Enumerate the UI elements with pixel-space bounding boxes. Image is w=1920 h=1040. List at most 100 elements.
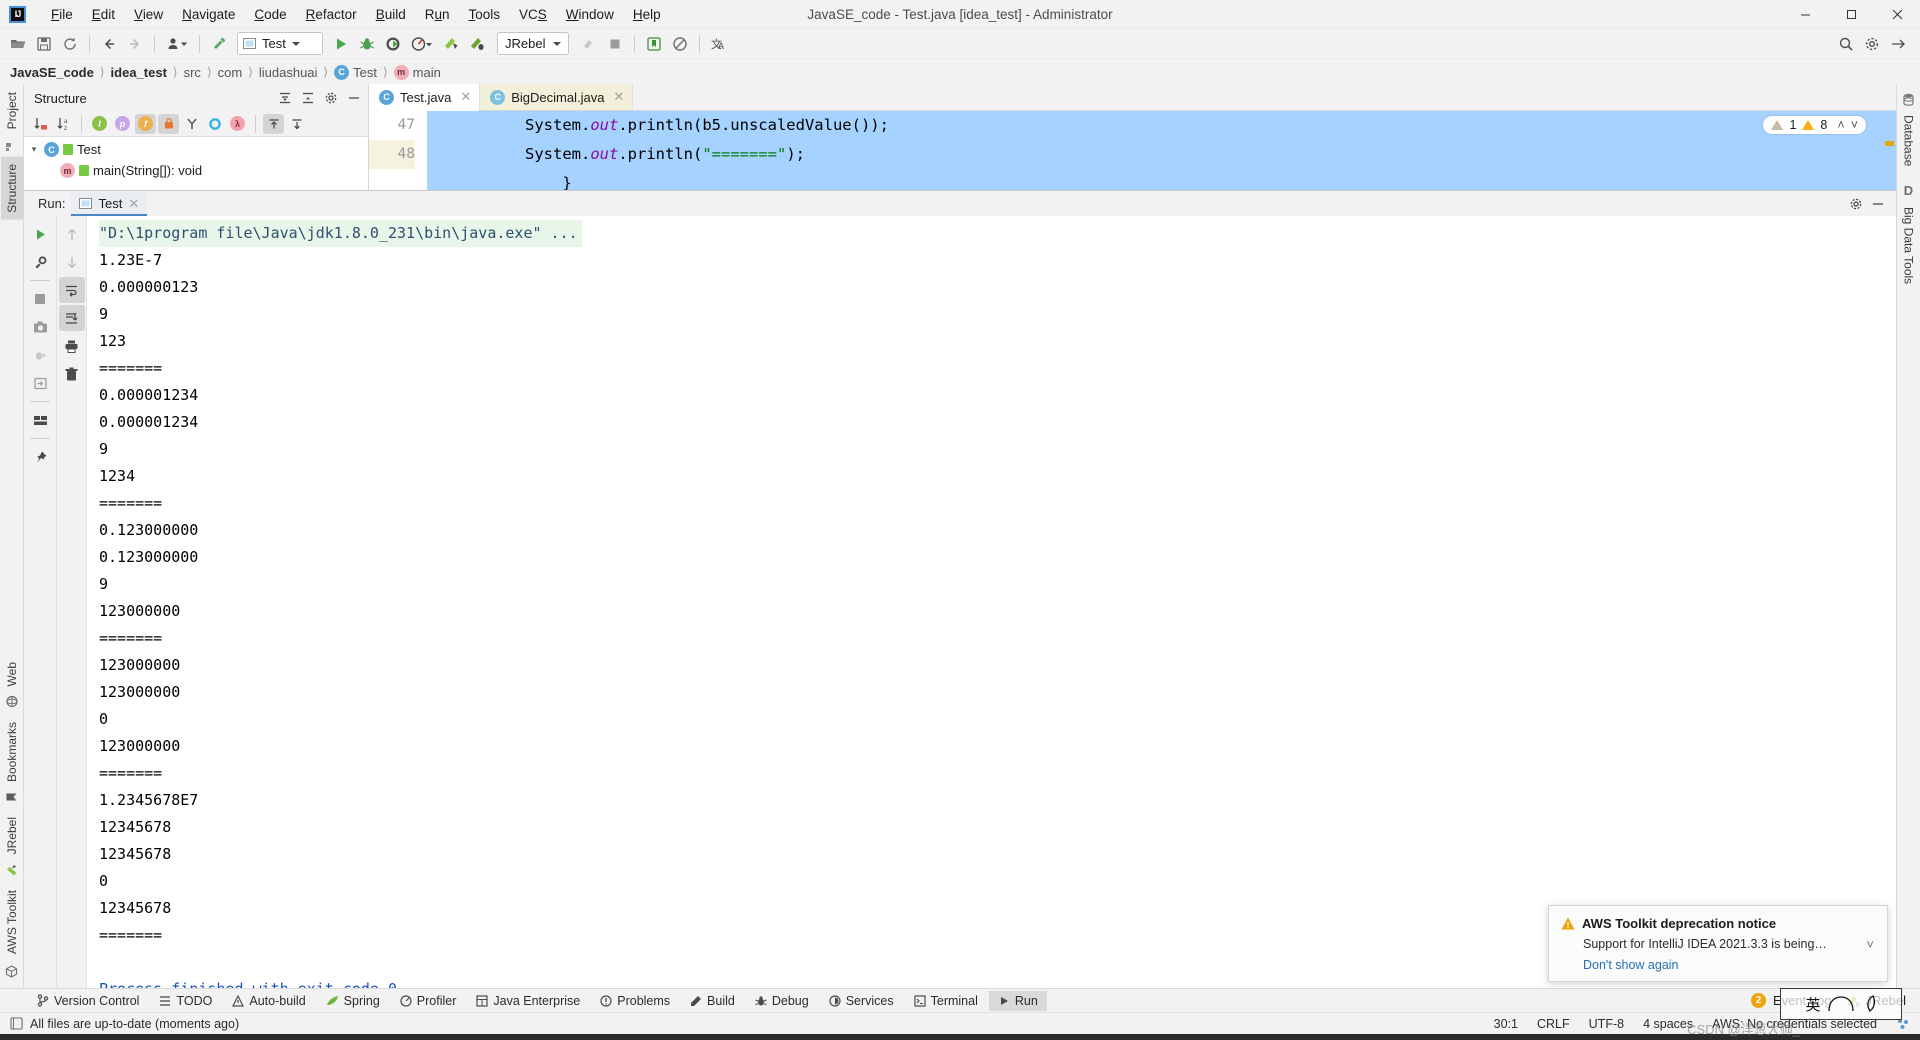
save-icon[interactable] xyxy=(32,32,56,56)
thread-dump-icon[interactable] xyxy=(27,342,53,368)
menu-run[interactable]: Run xyxy=(416,3,459,26)
maximize-button[interactable] xyxy=(1828,0,1874,29)
sort-alphabetically-icon[interactable]: az xyxy=(53,114,74,134)
screenshot-icon[interactable] xyxy=(27,314,53,340)
stop-process-icon[interactable] xyxy=(27,286,53,312)
minimize-button[interactable] xyxy=(1782,0,1828,29)
sidebar-item-bookmarks[interactable]: Bookmarks xyxy=(1,715,23,810)
close-icon-3[interactable]: ✕ xyxy=(128,196,139,212)
breadcrumb-item-3[interactable]: com xyxy=(218,65,243,80)
sidebar-item-aws-toolkit[interactable]: AWS Toolkit xyxy=(1,883,23,961)
breadcrumb-item-0[interactable]: JavaSE_code xyxy=(10,65,94,80)
tree-item-test[interactable]: ▾ C Test xyxy=(24,139,368,160)
tool-window-debug[interactable]: Debug xyxy=(746,991,818,1011)
export-icon[interactable] xyxy=(27,370,53,396)
no-entry-icon[interactable] xyxy=(668,32,692,56)
show-lambdas-icon[interactable]: λ xyxy=(227,114,248,134)
menu-edit[interactable]: Edit xyxy=(83,3,124,26)
bookmark-toolbar-icon[interactable] xyxy=(642,32,666,56)
menu-window[interactable]: Window xyxy=(557,3,623,26)
jrebel-debug-icon[interactable] xyxy=(465,32,489,56)
attach-debugger-icon[interactable] xyxy=(577,32,601,56)
chevron-down-icon-2[interactable] xyxy=(553,41,562,46)
tool-window-java-enterprise[interactable]: Java Enterprise xyxy=(467,991,589,1011)
editor-tab-bigdecimal-java[interactable]: C BigDecimal.java ✕ xyxy=(480,84,634,110)
menu-code[interactable]: Code xyxy=(245,3,295,26)
sidebar-item-jrebel[interactable]: JRebel xyxy=(1,810,23,883)
stretch-icon[interactable] xyxy=(1886,32,1910,56)
menu-view[interactable]: View xyxy=(125,3,172,26)
edit-configuration-icon[interactable] xyxy=(27,249,53,275)
run-settings-gear-icon[interactable] xyxy=(1846,194,1866,214)
expand-all-tree-icon[interactable] xyxy=(263,113,284,134)
tool-window-auto-build[interactable]: Auto-build xyxy=(223,991,314,1011)
show-fields-icon[interactable]: f xyxy=(135,113,156,134)
menu-build[interactable]: Build xyxy=(367,3,415,26)
tool-window-run[interactable]: Run xyxy=(988,990,1047,1011)
tool-window-build[interactable]: Build xyxy=(681,991,744,1011)
jrebel-run-icon[interactable] xyxy=(439,32,463,56)
tool-window-terminal[interactable]: Terminal xyxy=(905,991,987,1011)
pin-icon[interactable] xyxy=(27,444,53,470)
editor-area[interactable]: 47 48 System.out.println(b5.unscaledValu… xyxy=(369,111,1896,190)
editor-code-area[interactable]: System.out.println(b5.unscaledValue()); … xyxy=(427,111,1896,190)
chevron-down-icon-tree[interactable]: ▾ xyxy=(28,144,40,155)
structure-hide-icon[interactable] xyxy=(344,88,364,108)
close-icon-2[interactable]: ✕ xyxy=(613,89,624,105)
run-hide-icon[interactable] xyxy=(1868,194,1888,214)
collapse-all-icon[interactable] xyxy=(298,88,318,108)
line-separator[interactable]: CRLF xyxy=(1537,1017,1570,1031)
sidebar-item-project[interactable]: Project xyxy=(1,85,23,136)
notification-dont-show-again-link[interactable]: Don't show again xyxy=(1583,958,1875,972)
sidebar-item-structure[interactable]: Structure xyxy=(0,157,23,221)
breadcrumb-item-6[interactable]: main xyxy=(413,65,441,80)
indent-setting[interactable]: 4 spaces xyxy=(1643,1017,1693,1031)
tool-window-spring[interactable]: Spring xyxy=(317,991,389,1011)
search-everywhere-icon[interactable] xyxy=(1834,32,1858,56)
collapse-all-tree-icon[interactable] xyxy=(286,114,307,134)
menu-help[interactable]: Help xyxy=(624,3,670,26)
tree-item-main[interactable]: m main(String[]): void xyxy=(24,160,368,181)
sync-icon[interactable] xyxy=(58,32,82,56)
settings-gear-icon[interactable] xyxy=(1860,32,1884,56)
jrebel-config-selector[interactable]: JRebel xyxy=(497,32,570,55)
run-configuration-selector[interactable]: Test xyxy=(237,32,323,55)
down-arrow-icon[interactable] xyxy=(59,249,85,275)
sidebar-item-big-data-tools[interactable]: Big Data Tools xyxy=(1898,200,1920,291)
menu-vcs[interactable]: VCS xyxy=(510,3,556,26)
layout-icon[interactable] xyxy=(27,407,53,433)
inspection-widget[interactable]: 1 8 ˄ ˅ xyxy=(1763,116,1866,134)
expand-all-icon[interactable] xyxy=(275,88,295,108)
sidebar-item-web[interactable]: Web xyxy=(1,655,23,714)
up-arrow-icon[interactable] xyxy=(59,221,85,247)
forward-arrow-icon[interactable] xyxy=(123,32,147,56)
tool-window-todo[interactable]: TODO xyxy=(150,991,221,1011)
debug-icon[interactable] xyxy=(355,32,379,56)
show-anonymous-icon[interactable] xyxy=(181,114,202,134)
tool-window-services[interactable]: Services xyxy=(820,991,903,1011)
menu-file[interactable]: File xyxy=(42,3,82,26)
soft-wrap-icon[interactable] xyxy=(58,277,85,303)
breadcrumb-item-1[interactable]: idea_test xyxy=(111,65,167,80)
previous-problem-icon[interactable]: ˄ xyxy=(1837,118,1844,132)
editor-tab-test-java[interactable]: C Test.java ✕ xyxy=(369,84,481,111)
show-inherited-icon[interactable]: I xyxy=(89,114,110,134)
translate-icon[interactable]: 文A xyxy=(707,32,731,56)
sidebar-item-database[interactable]: Database xyxy=(1898,108,1920,173)
show-properties-icon[interactable]: p xyxy=(112,114,133,134)
chevron-down-icon[interactable] xyxy=(291,41,300,46)
structure-settings-gear-icon[interactable] xyxy=(321,88,341,108)
close-icon[interactable]: ✕ xyxy=(460,89,471,105)
breadcrumb-item-5[interactable]: Test xyxy=(353,65,377,80)
run-tab-test[interactable]: Test ✕ xyxy=(71,191,148,216)
menu-tools[interactable]: Tools xyxy=(460,3,510,26)
ime-indicator[interactable]: 英 xyxy=(1780,988,1902,1020)
error-stripe-marker[interactable] xyxy=(1885,141,1894,146)
show-interfaces-icon[interactable] xyxy=(204,114,225,134)
next-problem-icon[interactable]: ˅ xyxy=(1851,118,1858,132)
menu-refactor[interactable]: Refactor xyxy=(297,3,366,26)
breadcrumb-item-2[interactable]: src xyxy=(184,65,201,80)
rerun-icon[interactable] xyxy=(27,221,53,247)
run-with-coverage-icon[interactable] xyxy=(381,32,405,56)
scroll-to-end-icon[interactable] xyxy=(58,305,85,331)
